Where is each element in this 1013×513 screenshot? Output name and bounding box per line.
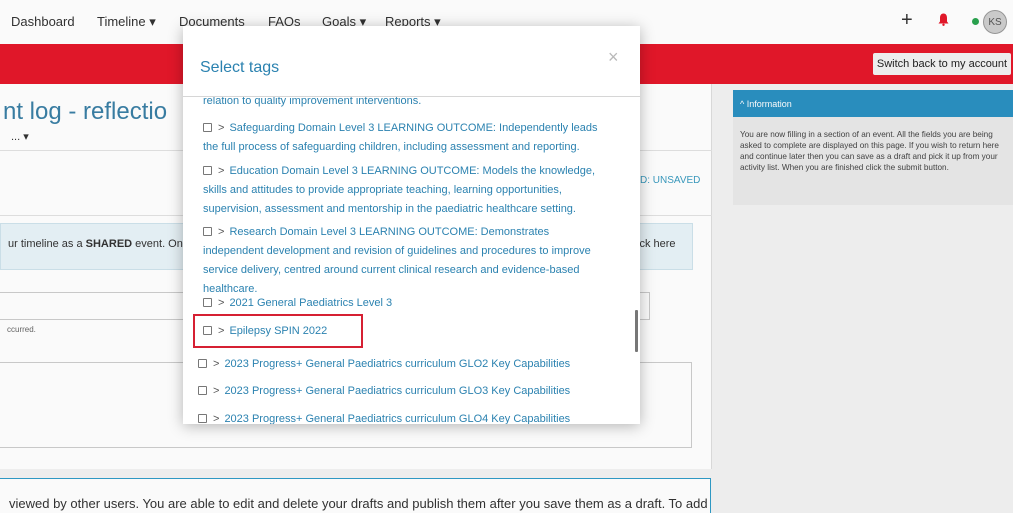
- tag-glo4[interactable]: >2023 Progress+ General Paediatrics curr…: [198, 410, 638, 424]
- tag-label: 2023 Progress+ General Paediatrics curri…: [224, 413, 571, 424]
- tag-checkbox[interactable]: [203, 227, 212, 236]
- chevron-right-icon[interactable]: >: [213, 385, 219, 397]
- tag-label: 2023 Progress+ General Paediatrics curri…: [224, 385, 571, 397]
- close-icon[interactable]: ×: [608, 48, 619, 66]
- tag-glo2[interactable]: >2023 Progress+ General Paediatrics curr…: [198, 355, 638, 374]
- tag-label: Education Domain Level 3 LEARNING OUTCOM…: [203, 165, 596, 215]
- highlight-annotation: [193, 314, 363, 348]
- tag-checkbox[interactable]: [203, 298, 212, 307]
- tag-label: relation to quality improvement interven…: [203, 97, 422, 107]
- modal-title: Select tags: [200, 59, 280, 76]
- tag-checkbox[interactable]: [203, 123, 212, 132]
- chevron-right-icon[interactable]: >: [218, 122, 224, 134]
- select-tags-modal: Select tags × relation to quality improv…: [183, 26, 640, 424]
- tag-gen-paeds-2021[interactable]: >2021 General Paediatrics Level 3: [203, 294, 640, 313]
- tag-label: Research Domain Level 3 LEARNING OUTCOME…: [203, 226, 591, 295]
- chevron-right-icon[interactable]: >: [218, 226, 224, 238]
- chevron-right-icon[interactable]: >: [218, 297, 224, 309]
- tag-label: 2021 General Paediatrics Level 3: [229, 297, 393, 309]
- tag-label: Safeguarding Domain Level 3 LEARNING OUT…: [203, 122, 598, 153]
- tag-checkbox[interactable]: [203, 166, 212, 175]
- tag-checkbox[interactable]: [198, 414, 207, 423]
- tag-checkbox[interactable]: [198, 359, 207, 368]
- tag-research[interactable]: > Research Domain Level 3 LEARNING OUTCOM…: [203, 223, 593, 299]
- tag-glo3[interactable]: >2023 Progress+ General Paediatrics curr…: [198, 382, 638, 401]
- tag-safeguarding[interactable]: > Safeguarding Domain Level 3 LEARNING OU…: [203, 119, 603, 157]
- scrollbar-thumb[interactable]: [635, 310, 638, 352]
- list-item[interactable]: relation to quality improvement interven…: [203, 97, 640, 110]
- chevron-right-icon[interactable]: >: [213, 358, 219, 370]
- tag-checkbox[interactable]: [198, 386, 207, 395]
- chevron-right-icon[interactable]: >: [218, 165, 224, 177]
- tag-label: 2023 Progress+ General Paediatrics curri…: [224, 358, 571, 370]
- chevron-right-icon[interactable]: >: [213, 413, 219, 424]
- tag-list[interactable]: relation to quality improvement interven…: [183, 97, 640, 424]
- tag-education[interactable]: > Education Domain Level 3 LEARNING OUTCO…: [203, 162, 603, 219]
